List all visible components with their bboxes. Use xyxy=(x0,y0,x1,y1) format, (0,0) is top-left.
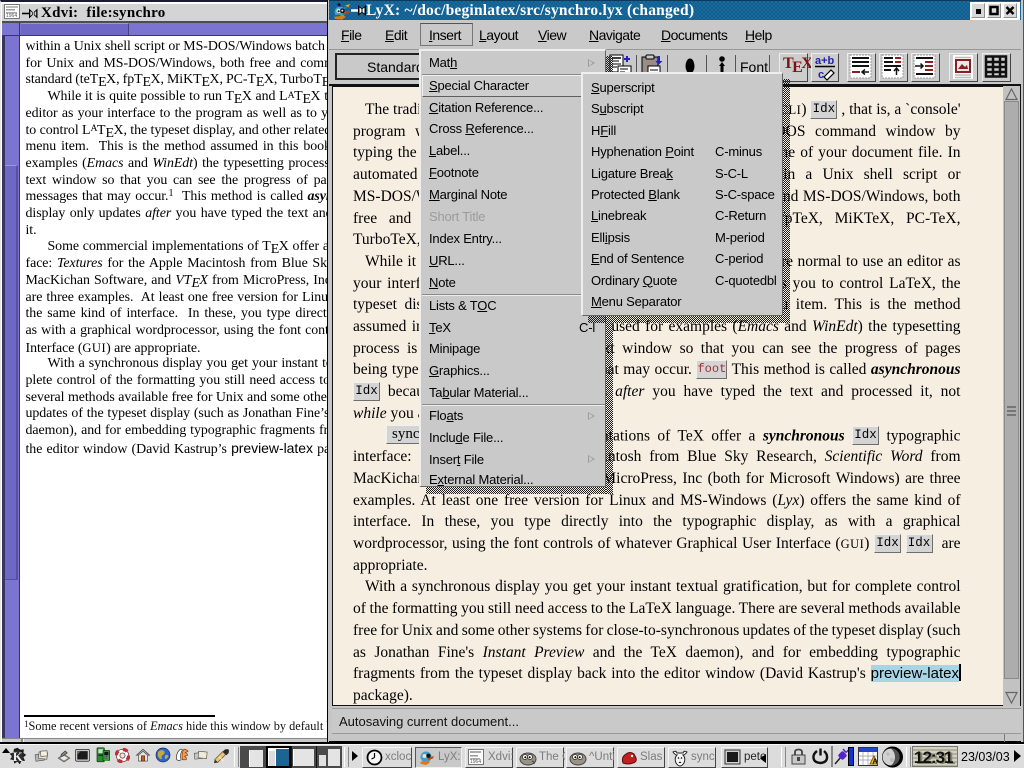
svg-text:A: A xyxy=(873,759,878,766)
svg-text:a+b: a+b xyxy=(815,55,835,67)
svg-text:c: c xyxy=(818,69,824,81)
svg-text:1964: 1964 xyxy=(470,759,481,765)
svg-text:1964: 1964 xyxy=(6,13,17,19)
svg-text:K: K xyxy=(13,750,23,764)
